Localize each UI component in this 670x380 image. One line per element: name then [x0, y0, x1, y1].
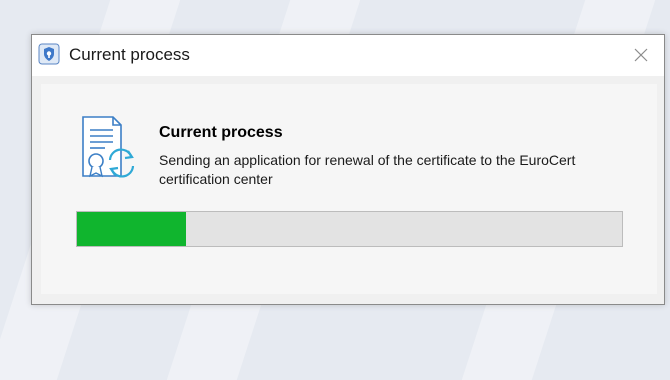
close-button[interactable]	[624, 39, 658, 71]
window-title: Current process	[69, 45, 190, 64]
title-bar[interactable]: Current process	[32, 35, 664, 76]
content-panel: Current process Sending an application f…	[41, 84, 657, 294]
app-shield-icon	[38, 43, 60, 65]
process-message: Sending an application for renewal of th…	[159, 152, 576, 187]
process-heading: Current process	[159, 124, 283, 141]
progress-bar	[76, 211, 623, 247]
progress-fill	[77, 212, 186, 246]
close-icon	[634, 48, 648, 62]
current-process-dialog: Current process Current process Sending …	[31, 34, 665, 305]
certificate-renew-icon	[79, 114, 145, 194]
